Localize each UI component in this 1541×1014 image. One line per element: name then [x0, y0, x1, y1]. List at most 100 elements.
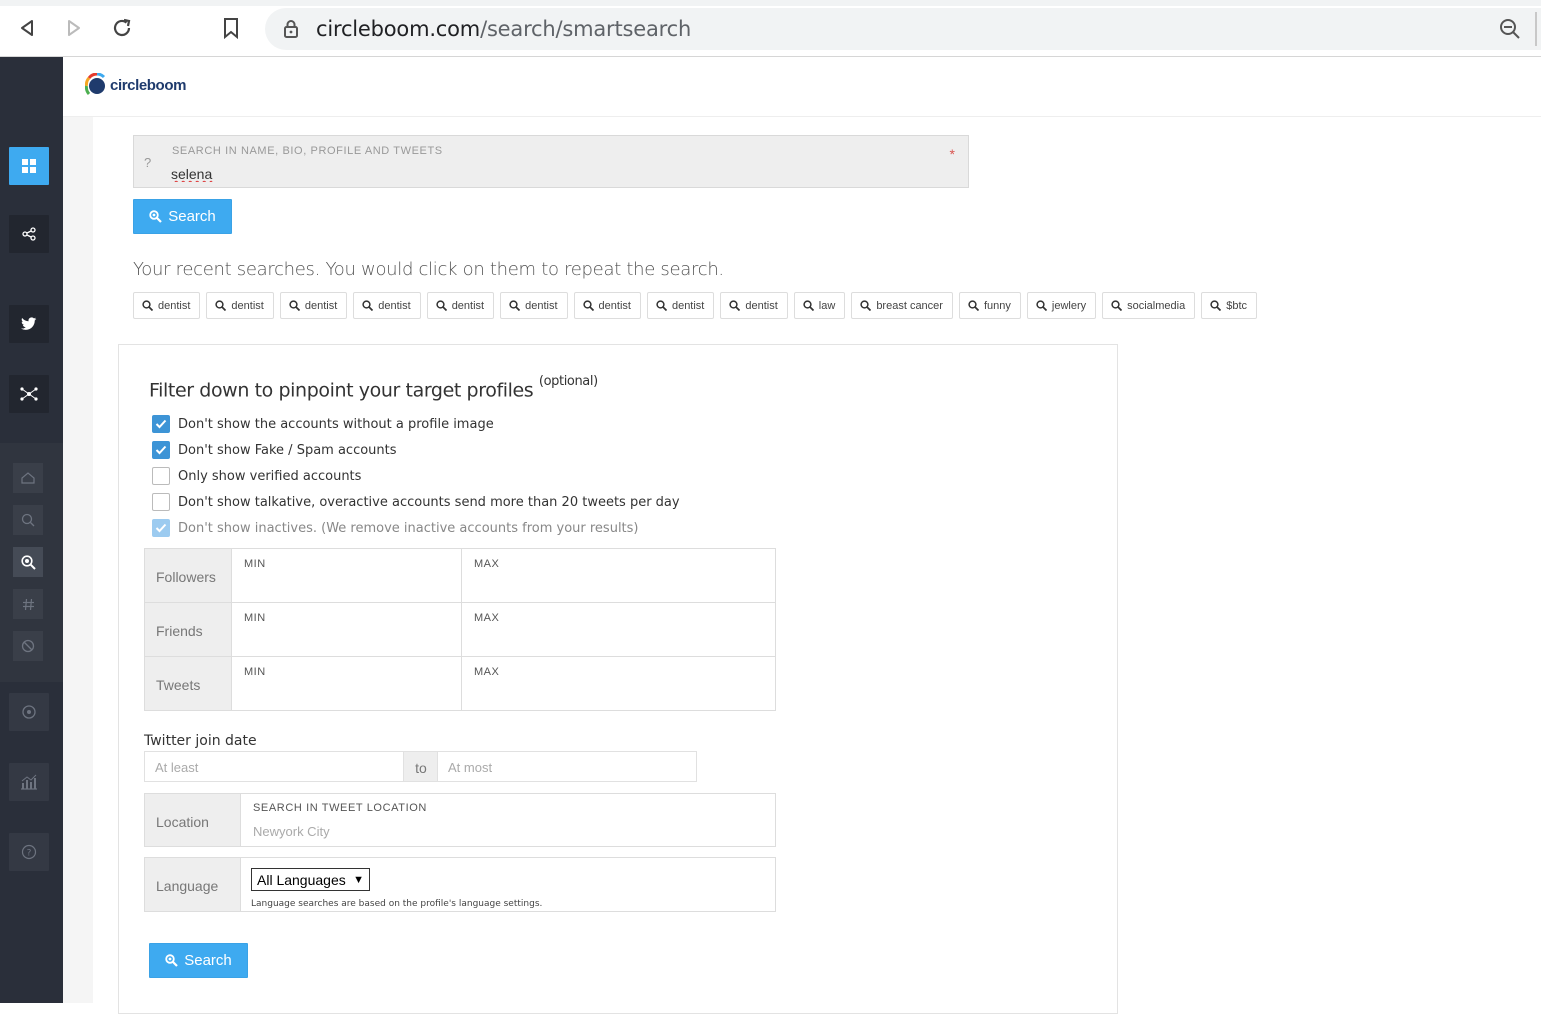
- search-icon: [142, 300, 153, 311]
- target-icon: [22, 705, 36, 719]
- recent-search-label: breast cancer: [876, 299, 943, 312]
- forward-button[interactable]: [60, 14, 88, 42]
- svg-text:?: ?: [27, 849, 32, 859]
- bookmark-button[interactable]: [217, 14, 245, 42]
- search-input[interactable]: [171, 164, 931, 184]
- url-domain: circleboom.com: [316, 17, 481, 41]
- sidebar-item-network[interactable]: [9, 375, 49, 413]
- reload-button[interactable]: [108, 14, 136, 42]
- min-label: MIN: [244, 666, 266, 678]
- toolbar-divider: [1535, 12, 1537, 46]
- filter-title-text: Filter down to pinpoint your target prof…: [149, 379, 534, 402]
- recent-search-label: $btc: [1226, 299, 1248, 312]
- checkbox-no-profile-image[interactable]: [152, 415, 170, 433]
- range-row-friends: Friends MIN MAX: [145, 603, 775, 657]
- filter-no-profile-image[interactable]: Don't show the accounts without a profil…: [152, 415, 494, 433]
- recent-search-tag[interactable]: jewlery: [1026, 292, 1097, 319]
- sidebar-item-hashtag[interactable]: [13, 589, 43, 619]
- language-label: Language: [145, 858, 241, 911]
- tweets-min-input[interactable]: MIN: [232, 657, 462, 710]
- sidebar-item-analytics[interactable]: [9, 763, 49, 801]
- address-bar[interactable]: circleboom.com/search/smartsearch: [265, 8, 1541, 50]
- location-filter: Location SEARCH IN TWEET LOCATION Newyor…: [144, 793, 776, 847]
- recent-search-tag[interactable]: funny: [958, 292, 1021, 319]
- tweets-max-input[interactable]: MAX: [462, 657, 775, 710]
- sidebar-item-home[interactable]: [13, 463, 43, 493]
- followers-min-input[interactable]: MIN: [232, 549, 462, 602]
- forward-arrow-icon: [68, 20, 80, 36]
- search-icon: [1111, 300, 1123, 311]
- checkbox-fake-spam[interactable]: [152, 441, 170, 459]
- language-selected: All Languages: [257, 871, 346, 888]
- recent-search-tag[interactable]: dentist: [646, 292, 715, 319]
- search-icon: [656, 300, 667, 311]
- filter-talkative[interactable]: Don't show talkative, overactive account…: [152, 493, 680, 511]
- filter-title: Filter down to pinpoint your target prof…: [149, 374, 598, 402]
- zoom-out-icon[interactable]: [1499, 18, 1521, 40]
- recent-search-label: dentist: [158, 299, 191, 312]
- sidebar-item-block[interactable]: [13, 631, 43, 661]
- reload-icon: [113, 18, 131, 37]
- search-field-label: SEARCH IN NAME, BIO, PROFILE AND TWEETS: [172, 145, 443, 157]
- language-note: Language searches are based on the profi…: [251, 899, 543, 909]
- location-placeholder: Newyork City: [253, 824, 330, 839]
- recent-search-label: dentist: [745, 299, 778, 312]
- recent-search-tag[interactable]: dentist: [720, 292, 788, 319]
- range-label: Friends: [145, 603, 232, 656]
- friends-min-input[interactable]: MIN: [232, 603, 462, 656]
- recent-search-tag[interactable]: breast cancer: [851, 292, 953, 319]
- chevron-down-icon: ▼: [353, 873, 364, 886]
- search-icon: [1036, 300, 1047, 311]
- url-text: circleboom.com/search/smartsearch: [316, 17, 691, 41]
- recent-search-label: dentist: [231, 299, 264, 312]
- checkbox-verified-only[interactable]: [152, 467, 170, 485]
- sidebar-item-dashboard[interactable]: [9, 147, 49, 185]
- help-icon: ?: [21, 844, 37, 860]
- required-mark: *: [949, 146, 955, 162]
- sidebar-item-share[interactable]: [9, 215, 49, 253]
- recent-search-tag[interactable]: dentist: [573, 292, 641, 319]
- recent-search-tag[interactable]: socialmedia: [1102, 292, 1196, 319]
- circleboom-logo[interactable]: circleboom: [85, 73, 186, 97]
- bookmark-icon: [224, 18, 238, 39]
- main-search-field[interactable]: ? SEARCH IN NAME, BIO, PROFILE AND TWEET…: [133, 135, 969, 188]
- search-icon: [21, 513, 35, 527]
- language-select[interactable]: All Languages ▼: [251, 868, 370, 891]
- recent-search-tag[interactable]: $btc: [1201, 292, 1258, 319]
- sidebar-item-help[interactable]: ?: [9, 833, 49, 871]
- dashboard-grid-icon: [22, 159, 36, 173]
- filter-search-button[interactable]: Search: [149, 943, 248, 978]
- recent-search-tag[interactable]: dentist: [279, 292, 348, 319]
- twitter-bird-icon: [21, 317, 37, 330]
- checkbox-talkative[interactable]: [152, 493, 170, 511]
- sidebar-item-smart-search[interactable]: [13, 547, 43, 577]
- recent-search-label: dentist: [378, 299, 411, 312]
- filter-optional-note: (optional): [538, 374, 598, 389]
- sidebar-item-target[interactable]: [9, 693, 49, 731]
- recent-search-tag[interactable]: dentist: [500, 292, 568, 319]
- sidebar-item-twitter[interactable]: [9, 305, 49, 343]
- search-icon: [509, 300, 521, 311]
- search-icon: [968, 300, 979, 311]
- friends-max-input[interactable]: MAX: [462, 603, 775, 656]
- filter-verified-only[interactable]: Only show verified accounts: [152, 467, 361, 485]
- recent-search-tag[interactable]: dentist: [426, 292, 495, 319]
- max-label: MAX: [474, 558, 500, 570]
- join-date-to-input[interactable]: At most: [437, 751, 697, 782]
- back-button[interactable]: [13, 14, 41, 42]
- recent-search-tag[interactable]: dentist: [133, 292, 201, 319]
- join-date-from-input[interactable]: At least: [144, 751, 404, 782]
- checkbox-label: Don't show talkative, overactive account…: [178, 494, 680, 510]
- filter-fake-spam[interactable]: Don't show Fake / Spam accounts: [152, 441, 397, 459]
- recent-search-tag[interactable]: dentist: [206, 292, 274, 319]
- sidebar-item-search[interactable]: [13, 505, 43, 535]
- recent-search-tag[interactable]: dentist: [353, 292, 421, 319]
- circleboom-logo-icon: [85, 73, 106, 96]
- recent-search-tag[interactable]: law: [793, 292, 846, 319]
- search-button[interactable]: Search: [133, 199, 232, 234]
- range-filters: Followers MIN MAX Friends MIN MAX Tweets…: [144, 548, 776, 711]
- recent-search-label: dentist: [598, 299, 631, 312]
- followers-max-input[interactable]: MAX: [462, 549, 775, 602]
- search-icon: [582, 300, 594, 311]
- location-input[interactable]: SEARCH IN TWEET LOCATION Newyork City: [241, 794, 775, 846]
